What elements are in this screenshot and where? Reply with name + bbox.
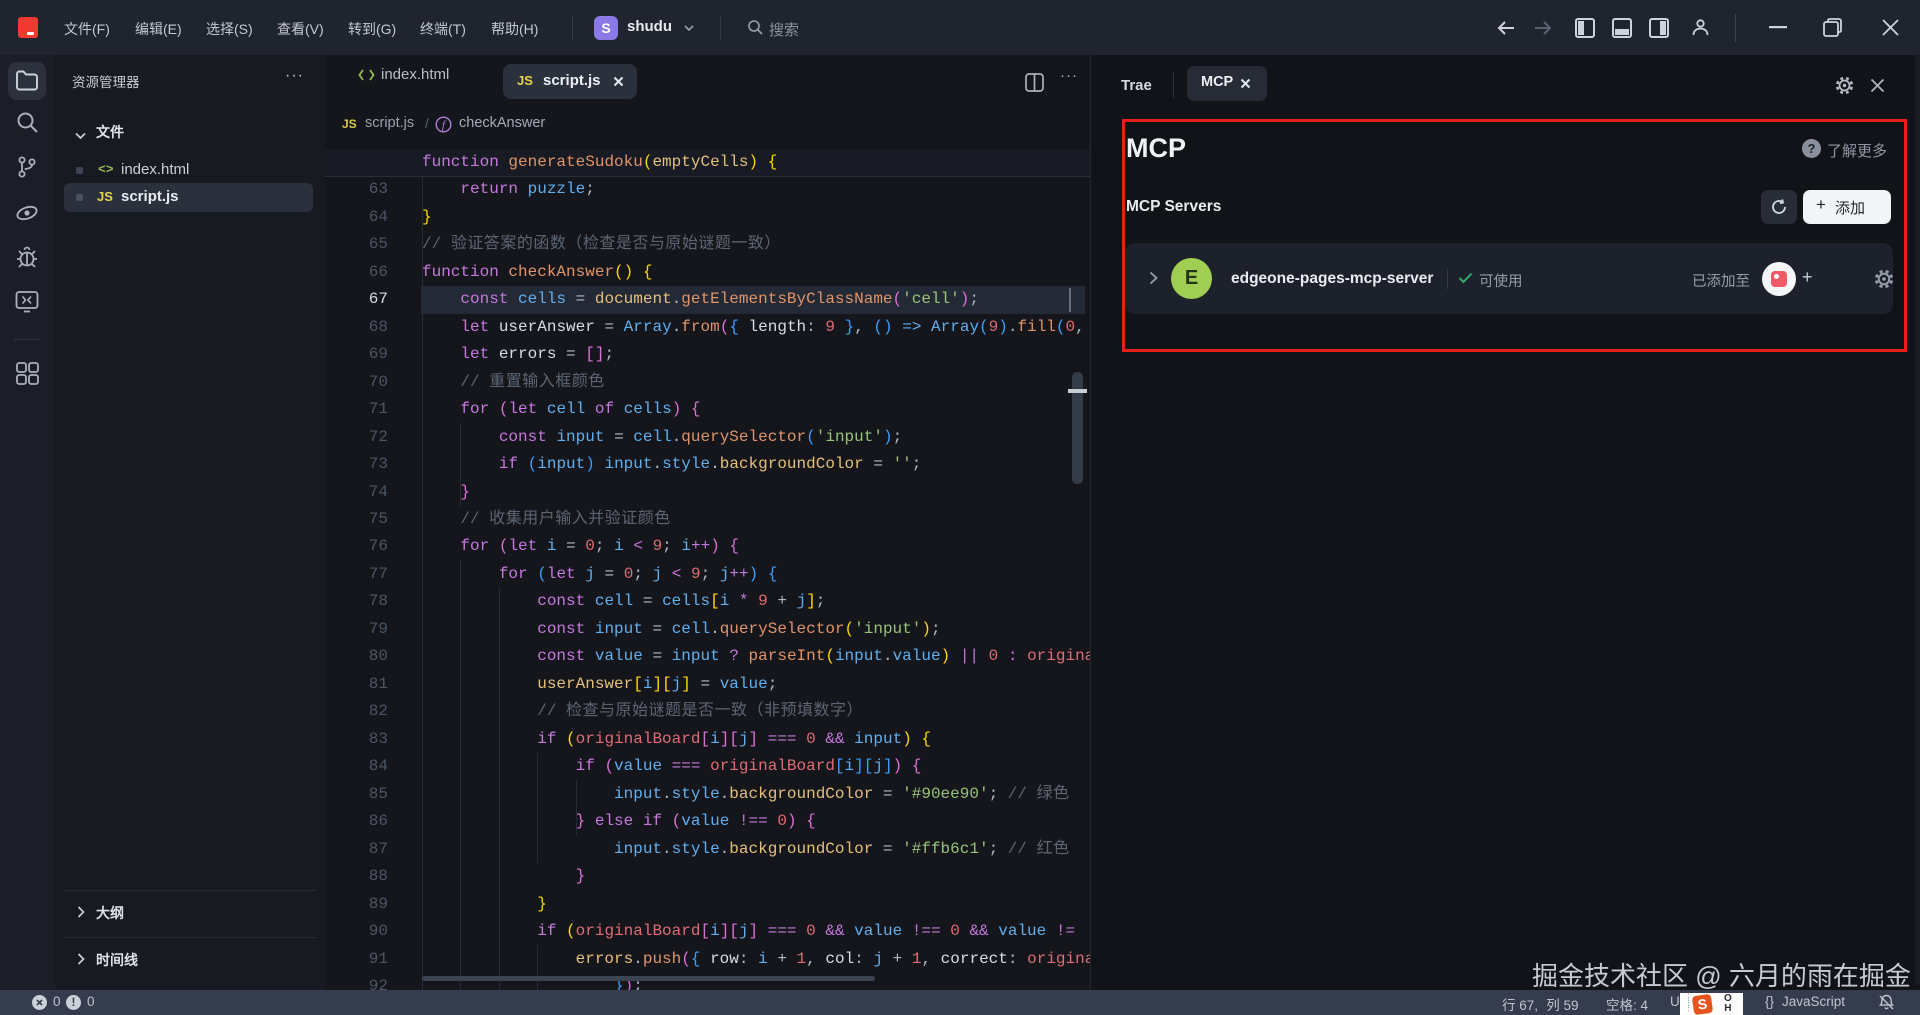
svg-text:f: f — [442, 119, 447, 131]
